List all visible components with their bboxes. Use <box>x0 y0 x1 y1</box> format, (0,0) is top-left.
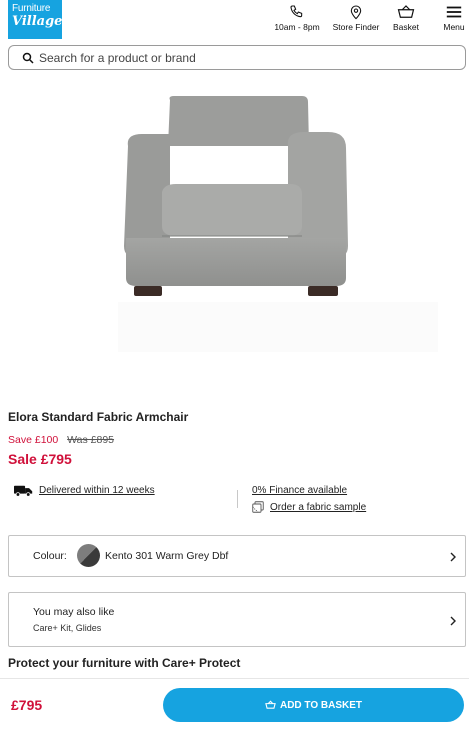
product-image[interactable] <box>118 88 438 353</box>
location-pin-icon <box>350 5 362 20</box>
basket-link[interactable]: Basket <box>388 4 424 32</box>
store-finder-label: Store Finder <box>332 22 380 32</box>
sticky-add-to-basket-bar: £795 ADD TO BASKET <box>0 678 469 733</box>
price-savings: Save £100 Was £895 <box>8 434 114 446</box>
fabric-sample-row[interactable]: Order a fabric sample <box>252 501 366 513</box>
colour-value: Kento 301 Warm Grey Dbf <box>105 550 229 562</box>
store-finder-link[interactable]: Store Finder <box>329 4 383 32</box>
search-icon <box>22 52 34 64</box>
also-like-panel[interactable]: You may also like Care+ Kit, Glides <box>8 592 466 647</box>
fabric-sample-link[interactable]: Order a fabric sample <box>270 502 366 513</box>
delivery-link[interactable]: Delivered within 12 weeks <box>39 485 155 496</box>
care-protect-heading: Protect your furniture with Care+ Protec… <box>8 656 241 670</box>
add-to-basket-label: ADD TO BASKET <box>279 699 363 711</box>
basket-label: Basket <box>393 22 419 32</box>
furniture-village-logo[interactable]: Furniture Village <box>8 0 62 39</box>
basket-icon <box>265 700 276 709</box>
fabric-sample-icon <box>252 501 264 513</box>
delivery-truck-icon <box>14 485 33 497</box>
colour-swatch <box>77 544 100 567</box>
basket-icon <box>397 5 415 18</box>
opening-hours-label: 10am - 8pm <box>274 22 320 32</box>
search-bar[interactable] <box>8 45 466 70</box>
also-like-title: You may also like <box>33 606 115 618</box>
add-to-basket-button[interactable]: ADD TO BASKET <box>163 688 464 722</box>
delivery-info[interactable]: Delivered within 12 weeks <box>14 484 155 497</box>
info-divider <box>237 490 238 508</box>
also-like-subtitle: Care+ Kit, Glides <box>33 623 102 633</box>
finance-link[interactable]: 0% Finance available <box>252 485 347 496</box>
logo-line-1: Furniture <box>12 3 51 14</box>
hamburger-menu-icon <box>446 6 462 18</box>
sale-price: Sale £795 <box>8 451 72 467</box>
was-price: Was £895 <box>67 434 115 446</box>
logo-line-2: Village <box>12 14 63 29</box>
site-header: Furniture Village 10am - 8pm Store Finde… <box>0 0 469 42</box>
chevron-right-icon <box>450 552 456 562</box>
menu-label: Menu <box>443 22 465 32</box>
phone-icon <box>290 5 303 18</box>
colour-selector[interactable]: Colour: Kento 301 Warm Grey Dbf <box>8 535 466 577</box>
colour-label: Colour: <box>33 550 67 562</box>
phone-link[interactable]: 10am - 8pm <box>270 4 324 32</box>
menu-button[interactable]: Menu <box>440 4 468 32</box>
footer-price: £795 <box>11 697 43 713</box>
search-input[interactable] <box>39 49 449 66</box>
chevron-right-icon <box>450 616 456 626</box>
save-amount: Save £100 <box>8 434 59 446</box>
product-title: Elora Standard Fabric Armchair <box>8 410 189 424</box>
